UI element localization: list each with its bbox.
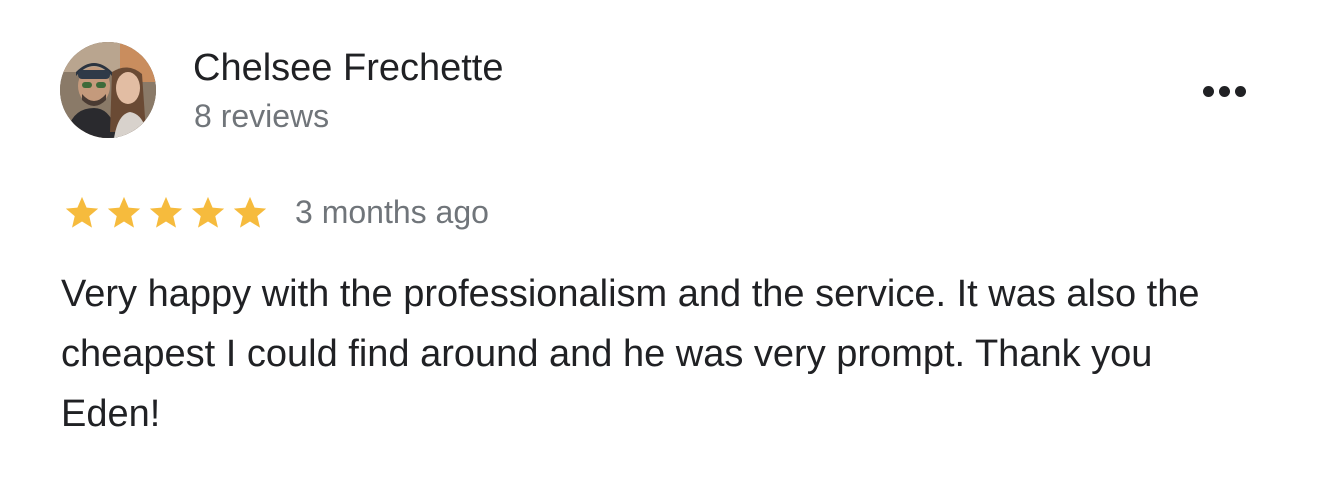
reviewer-avatar[interactable] — [60, 42, 156, 138]
star-icon — [149, 196, 183, 228]
star-icon — [107, 196, 141, 228]
reviewer-review-count[interactable]: 8 reviews — [194, 94, 329, 138]
review-card: Chelsee Frechette 8 reviews 3 months ago… — [0, 0, 1320, 503]
star-rating — [62, 193, 270, 233]
review-text: Very happy with the professionalism and … — [61, 273, 1200, 435]
star-icon — [233, 196, 267, 228]
reviewer-name[interactable]: Chelsee Frechette — [193, 44, 504, 92]
more-dot — [1202, 85, 1214, 97]
review-date: 3 months ago — [295, 194, 489, 230]
avatar-photo — [60, 42, 156, 138]
more-dot — [1234, 85, 1246, 97]
star-icon — [191, 196, 225, 228]
star-icon — [65, 196, 99, 228]
more-dot — [1218, 85, 1230, 97]
more-options-button[interactable] — [1196, 76, 1252, 106]
